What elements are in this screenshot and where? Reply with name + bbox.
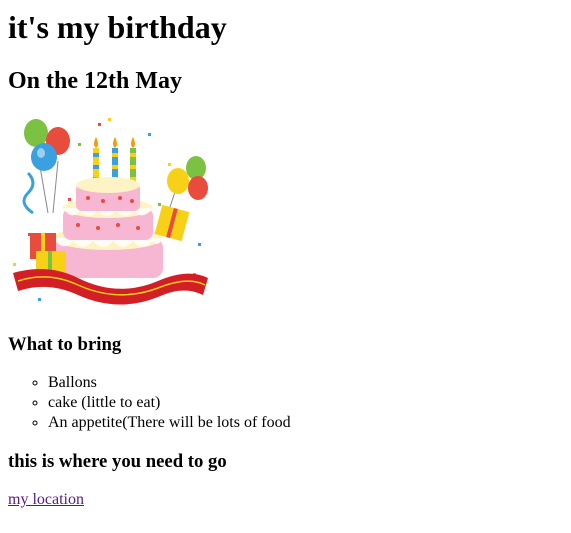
birthday-cake-icon xyxy=(13,118,208,305)
date-heading: On the 12th May xyxy=(8,68,182,94)
bring-heading: What to bring xyxy=(8,334,122,355)
list-item: An appetite(There will be lots of food xyxy=(48,413,291,433)
location-link[interactable]: my location xyxy=(8,490,84,510)
list-item: cake (little to eat) xyxy=(48,393,291,413)
page-title: it's my birthday xyxy=(8,9,227,45)
bring-list: Ballons cake (little to eat) An appetite… xyxy=(8,373,291,433)
balloons-right xyxy=(167,156,208,214)
location-heading: this is where you need to go xyxy=(8,451,227,472)
birthday-cake-image xyxy=(8,113,214,313)
list-item: Ballons xyxy=(48,373,291,393)
cake-tiers xyxy=(53,177,163,278)
balloons-left xyxy=(22,119,70,215)
